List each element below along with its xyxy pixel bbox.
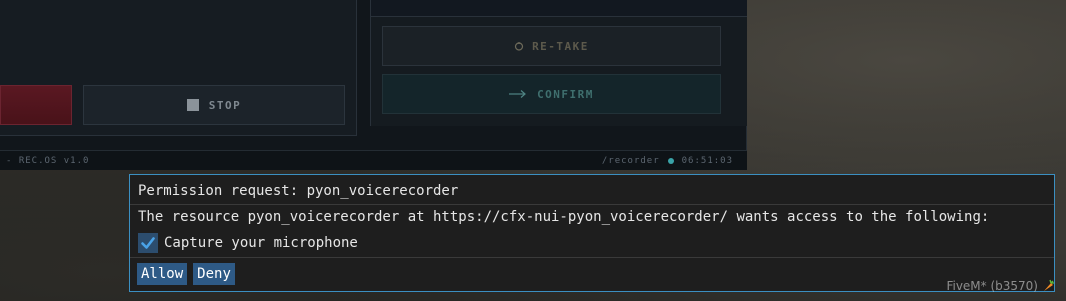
divider [130, 257, 1054, 258]
dialog-description: The resource pyon_voicerecorder at https… [138, 209, 990, 225]
route-label: /recorder [601, 156, 660, 166]
permission-item-microphone[interactable]: Capture your microphone [138, 233, 358, 253]
status-bar: - REC.OS v1.0 /recorder 06:51:03 [0, 150, 747, 170]
stop-button[interactable]: STOP [83, 85, 345, 125]
divider [130, 204, 1054, 205]
dialog-actions: Allow Deny [137, 263, 235, 285]
stop-label: STOP [208, 98, 242, 112]
carrot-icon [1044, 279, 1054, 291]
record-button[interactable] [0, 85, 72, 125]
clock-label: 06:51:03 [681, 156, 733, 166]
confirm-button[interactable]: CONFIRM [382, 74, 721, 114]
checkbox[interactable] [138, 233, 158, 253]
allow-button[interactable]: Allow [137, 263, 188, 285]
review-panel: RE-TAKE CONFIRM [370, 0, 747, 126]
retake-icon [514, 42, 524, 51]
os-version-label: - REC.OS v1.0 [6, 156, 90, 166]
status-right-group: /recorder 06:51:03 [602, 156, 733, 166]
stop-icon [186, 99, 199, 111]
deny-button[interactable]: Deny [193, 263, 235, 285]
recorder-controls-panel: STOP [0, 0, 357, 136]
status-dot-icon [667, 158, 674, 164]
permission-label: Capture your microphone [164, 235, 358, 251]
dialog-title: Permission request: pyon_voicerecorder [138, 183, 459, 199]
retake-button[interactable]: RE-TAKE [382, 26, 721, 66]
arrow-right-icon [509, 90, 526, 98]
retake-label: RE-TAKE [532, 39, 589, 53]
fivem-watermark: FiveM* (b3570) [946, 279, 1054, 293]
recorder-app: STOP RE-TAKE CONFIRM - REC.OS v1.0 /reco… [0, 0, 747, 170]
checkmark-icon [141, 237, 155, 249]
watermark-label: FiveM* (b3570) [946, 279, 1038, 293]
permission-dialog: Permission request: pyon_voicerecorder T… [129, 174, 1055, 292]
confirm-label: CONFIRM [537, 87, 594, 101]
